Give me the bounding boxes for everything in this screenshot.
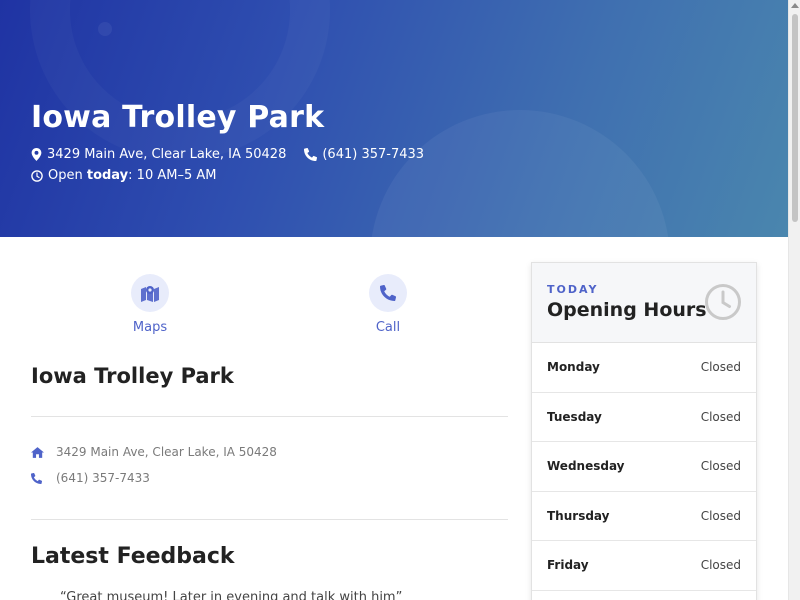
hero-address: 3429 Main Ave, Clear Lake, IA 50428 [31, 147, 286, 162]
hours-day: Thursday [547, 508, 610, 523]
opening-hours-header: TODAY Opening Hours [532, 263, 756, 343]
home-icon [31, 446, 44, 458]
business-phone-row[interactable]: (641) 357-7433 [31, 471, 150, 485]
feedback-title: Latest Feedback [31, 544, 235, 569]
hours-row: Tuesday Closed [532, 393, 756, 442]
open-hours: : 10 AM–5 AM [128, 168, 217, 183]
open-today: today [86, 168, 129, 183]
clock-icon [705, 284, 741, 320]
hours-row: Friday Closed [532, 541, 756, 591]
phone-icon [380, 285, 396, 301]
hero-address-text: 3429 Main Ave, Clear Lake, IA 50428 [47, 147, 287, 162]
hours-status: Closed [700, 558, 741, 573]
map-icon [141, 286, 159, 302]
hours-status: Closed [700, 508, 741, 523]
hours-title: Opening Hours [547, 299, 707, 321]
maps-button-circle[interactable] [131, 274, 169, 312]
page-scrollbar[interactable] [788, 0, 800, 600]
hours-row: Wednesday Closed [532, 442, 756, 492]
hours-day: Monday [547, 360, 600, 375]
hours-day: Wednesday [547, 459, 625, 474]
hours-row: Thursday Closed [532, 492, 756, 541]
hero-decoration [370, 110, 670, 237]
hours-status: Closed [700, 409, 741, 424]
hours-day: Friday [547, 558, 589, 573]
hero-open-status: Open today: 10 AM–5 AM [31, 168, 216, 183]
maps-label[interactable]: Maps [110, 320, 190, 335]
business-address-row: 3429 Main Ave, Clear Lake, IA 50428 [31, 445, 277, 459]
scroll-up-arrow-icon[interactable] [791, 3, 799, 8]
call-button[interactable]: Call [348, 274, 428, 335]
divider [31, 416, 508, 417]
hours-day: Tuesday [547, 409, 602, 424]
hours-status: Closed [700, 459, 741, 474]
business-address: 3429 Main Ave, Clear Lake, IA 50428 [56, 445, 277, 459]
hours-eyebrow: TODAY [547, 283, 599, 296]
hero-decoration [30, 0, 330, 160]
hero-banner: Iowa Trolley Park 3429 Main Ave, Clear L… [0, 0, 788, 237]
hours-row: Monday Closed [532, 343, 756, 393]
scrollbar-thumb[interactable] [792, 14, 798, 222]
business-phone[interactable]: (641) 357-7433 [56, 471, 150, 485]
phone-icon [304, 148, 318, 161]
divider [31, 519, 508, 520]
call-button-circle[interactable] [369, 274, 407, 312]
opening-hours-card: TODAY Opening Hours Monday Closed Tuesda… [531, 262, 757, 600]
hero-contact-line: 3429 Main Ave, Clear Lake, IA 50428 (641… [31, 147, 442, 162]
hero-phone[interactable]: (641) 357-7433 [304, 147, 424, 162]
clock-icon [31, 169, 43, 182]
hero-title: Iowa Trolley Park [31, 100, 325, 135]
open-prefix: Open [48, 168, 87, 183]
call-label[interactable]: Call [348, 320, 428, 335]
hours-status: Closed [700, 360, 741, 375]
business-name: Iowa Trolley Park [31, 364, 234, 388]
hero-phone-text: (641) 357-7433 [322, 147, 425, 162]
hero-decoration [98, 22, 112, 36]
phone-icon [31, 472, 42, 484]
maps-button[interactable]: Maps [110, 274, 190, 335]
location-pin-icon [31, 148, 42, 161]
feedback-quote: “Great museum! Later in evening and talk… [60, 590, 403, 600]
